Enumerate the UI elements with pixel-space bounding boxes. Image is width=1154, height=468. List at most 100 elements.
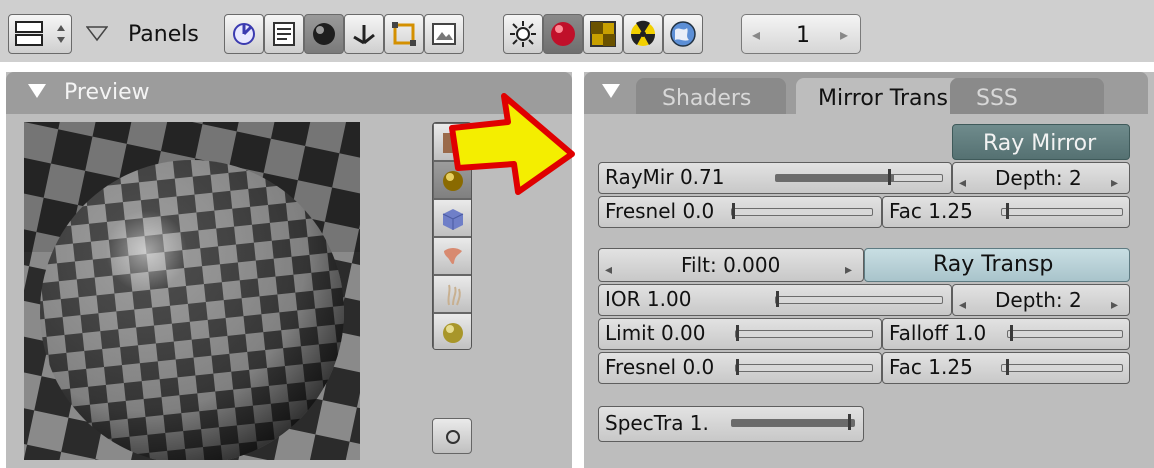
limit-slider[interactable]: Limit 0.00: [598, 318, 882, 350]
mirror-fac-slider[interactable]: Fac 1.25: [882, 196, 1130, 228]
hair-preview-icon: [447, 284, 461, 306]
sky-sphere-preview-button[interactable]: [433, 313, 471, 349]
tab-mirror-trans-label: Mirror Trans: [818, 86, 948, 111]
ray-transp-toggle[interactable]: Ray Transp: [864, 248, 1130, 282]
mirror-fresnel-slider[interactable]: Fresnel 0.0: [598, 196, 882, 228]
raymir-fill: [776, 175, 894, 181]
buttons-window-icon: [15, 21, 43, 46]
editing-context-button[interactable]: [384, 14, 424, 54]
raymir-slider[interactable]: RayMir 0.71: [598, 162, 952, 194]
cube-preview-button[interactable]: [433, 199, 471, 237]
decrement-arrow-icon[interactable]: ◂: [752, 25, 760, 44]
panels-label: Panels: [128, 22, 199, 47]
radiosity-button[interactable]: [623, 14, 663, 54]
spectra-fill: [732, 420, 854, 426]
falloff-handle[interactable]: [1010, 325, 1013, 341]
mirror-fresnel-handle[interactable]: [732, 203, 735, 219]
spectra-handle[interactable]: [848, 414, 851, 430]
ior-track: [775, 291, 943, 307]
texture-icon: [590, 21, 616, 47]
world-button[interactable]: [663, 14, 703, 54]
tab-sss[interactable]: SSS: [950, 78, 1104, 114]
ior-slider[interactable]: IOR 1.00: [598, 284, 952, 316]
collapse-triangle-icon[interactable]: [28, 84, 46, 98]
depth-decrement-icon[interactable]: ◂: [959, 169, 966, 193]
frame-number-field[interactable]: ◂ 1 ▸: [741, 14, 861, 54]
falloff-track: [1007, 325, 1123, 341]
transp-fresnel-handle[interactable]: [736, 359, 739, 375]
mirror-fresnel-track: [731, 203, 873, 219]
transp-fac-label: Fac 1.25: [889, 355, 973, 379]
ior-handle[interactable]: [776, 291, 779, 307]
filt-decrement-icon[interactable]: ◂: [605, 256, 612, 281]
filt-increment-icon[interactable]: ▸: [845, 256, 852, 281]
tab-mirror-trans[interactable]: Mirror Trans: [796, 78, 960, 114]
filt-label: Filt: 0.000: [681, 253, 781, 277]
radiosity-icon: [630, 20, 656, 46]
transp-fresnel-slider[interactable]: Fresnel 0.0: [598, 352, 882, 384]
mirror-depth-field[interactable]: ◂ Depth: 2 ▸: [952, 162, 1130, 194]
sky-sphere-preview-icon: [443, 323, 463, 343]
depth-increment-icon[interactable]: ▸: [1111, 291, 1118, 315]
transp-fac-handle[interactable]: [1006, 359, 1009, 375]
mirror-depth-label: Depth: 2: [995, 166, 1082, 190]
mirror-fresnel-label: Fresnel 0.0: [605, 199, 715, 223]
limit-handle[interactable]: [736, 325, 739, 341]
logic-context-button[interactable]: [224, 14, 264, 54]
ray-mirror-label: Ray Mirror: [983, 131, 1097, 156]
limit-label: Limit 0.00: [605, 321, 706, 345]
subcontext-button-group: [503, 14, 703, 54]
increment-arrow-icon[interactable]: ▸: [840, 25, 848, 44]
hair-preview-button[interactable]: [433, 275, 471, 313]
limit-track: [735, 325, 873, 341]
lamp-button[interactable]: [503, 14, 543, 54]
up-down-arrows-icon: [57, 25, 65, 43]
depth-increment-icon[interactable]: ▸: [1111, 169, 1118, 193]
editing-square-icon: [392, 22, 416, 46]
shading-context-button[interactable]: [304, 14, 344, 54]
transp-fresnel-track: [735, 359, 873, 375]
spectra-track: [731, 414, 855, 430]
script-icon: [273, 22, 295, 46]
scene-context-button[interactable]: [424, 14, 464, 54]
cube-preview-icon: [442, 209, 464, 230]
mirror-fac-label: Fac 1.25: [889, 199, 973, 223]
script-context-button[interactable]: [264, 14, 304, 54]
world-globe-icon: [670, 21, 696, 47]
tab-shaders-label: Shaders: [662, 86, 752, 111]
monkey-preview-button[interactable]: [433, 237, 471, 275]
collapse-triangle-icon[interactable]: [602, 84, 620, 98]
tab-shaders[interactable]: Shaders: [636, 78, 786, 114]
ray-mirror-toggle[interactable]: Ray Mirror: [952, 124, 1130, 160]
material-button[interactable]: [543, 14, 583, 54]
falloff-slider[interactable]: Falloff 1.0: [882, 318, 1130, 350]
texture-button[interactable]: [583, 14, 623, 54]
preview-render-toggle[interactable]: [432, 418, 472, 454]
preview-title: Preview: [64, 80, 150, 105]
tab-sss-label: SSS: [976, 86, 1018, 111]
falloff-label: Falloff 1.0: [889, 321, 987, 345]
raymir-handle[interactable]: [888, 169, 891, 185]
transp-fac-slider[interactable]: Fac 1.25: [882, 352, 1130, 384]
filt-field[interactable]: ◂ Filt: 0.000 ▸: [598, 248, 864, 282]
mirror-transp-panel: Shaders Mirror Trans SSS Ray Mirror RayM…: [584, 72, 1154, 468]
transp-fresnel-label: Fresnel 0.0: [605, 355, 715, 379]
shading-sphere-icon: [313, 23, 335, 45]
monkey-preview-icon: [444, 248, 462, 265]
mirror-fac-track: [1001, 203, 1123, 219]
scene-image-icon: [432, 23, 456, 45]
material-preview-render: [24, 122, 360, 460]
ray-transp-label: Ray Transp: [933, 252, 1054, 277]
spectra-slider[interactable]: SpecTra 1.: [598, 406, 864, 442]
frame-number-value: 1: [796, 23, 810, 48]
object-context-button[interactable]: [344, 14, 384, 54]
spectra-label: SpecTra 1.: [605, 411, 709, 435]
window-type-menu[interactable]: [8, 14, 72, 54]
depth-decrement-icon[interactable]: ◂: [959, 291, 966, 315]
collapse-header-icon[interactable]: [86, 26, 108, 42]
mirror-fac-handle[interactable]: [1006, 203, 1009, 219]
object-axes-icon: [353, 25, 375, 45]
transp-depth-field[interactable]: ◂ Depth: 2 ▸: [952, 284, 1130, 316]
buttons-window-header: Panels ◂ 1 ▸: [0, 0, 1154, 62]
highlight-arrow-icon: [449, 93, 575, 195]
